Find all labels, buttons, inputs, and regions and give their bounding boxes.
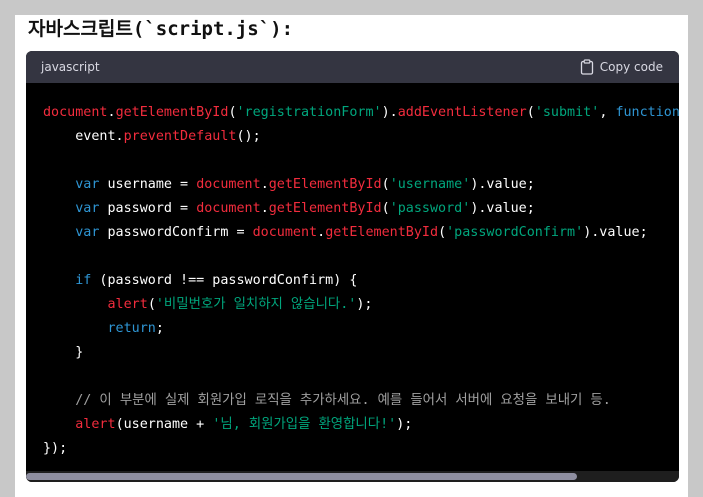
code-token: '님, 회원가입을 환영합니다!' (212, 417, 397, 432)
code-content: document.getElementById('registrationFor… (43, 101, 679, 461)
code-line: var password = document.getElementById('… (43, 197, 679, 221)
code-token: function (615, 105, 679, 120)
code-token: document (196, 201, 261, 216)
code-token: . (107, 105, 116, 120)
code-line: }); (43, 437, 679, 461)
code-token: getElementById (268, 201, 382, 216)
code-token: ( (526, 105, 535, 120)
code-token: ).value; (470, 201, 535, 216)
code-line: } (43, 341, 679, 365)
code-block: javascript Copy code document.getElement… (26, 51, 679, 482)
code-line: alert(username + '님, 회원가입을 환영합니다!'); (43, 413, 679, 437)
code-token: document (43, 105, 108, 120)
code-token: username = (99, 177, 197, 192)
code-token: ( (147, 297, 156, 312)
code-token: } (43, 345, 84, 360)
code-token: 'password' (389, 201, 471, 216)
code-token: (password !== passwordConfirm) { (91, 273, 358, 288)
code-token: addEventListener (397, 105, 527, 120)
code-token: ). (381, 105, 398, 120)
code-area[interactable]: document.getElementById('registrationFor… (26, 83, 679, 471)
code-token: var (75, 225, 100, 240)
code-token: ); (396, 417, 413, 432)
code-token: ( (438, 225, 447, 240)
horizontal-scrollbar[interactable] (26, 471, 679, 482)
code-token: ).value; (583, 225, 648, 240)
code-token: }); (43, 441, 68, 456)
code-token: document (196, 177, 261, 192)
code-token: (); (236, 129, 261, 144)
code-token: alert (107, 297, 148, 312)
code-token: . (317, 225, 326, 240)
code-token: alert (75, 417, 116, 432)
code-token: ; (155, 321, 164, 336)
code-line: var passwordConfirm = document.getElemen… (43, 221, 679, 245)
code-token: ( (228, 105, 237, 120)
code-token: ); (356, 297, 373, 312)
code-token: ).value; (470, 177, 535, 192)
chat-message: 자바스크립트(`script.js`): javascript Copy cod… (15, 15, 688, 497)
code-token: ( (381, 201, 390, 216)
section-heading: 자바스크립트(`script.js`): (28, 17, 293, 41)
code-token: ( (381, 177, 390, 192)
heading-korean: 자바스크립트 (28, 18, 133, 40)
code-line: if (password !== passwordConfirm) { (43, 269, 679, 293)
code-token: 'registrationForm' (236, 105, 382, 120)
code-token: getElementById (268, 177, 382, 192)
code-token: document (252, 225, 318, 240)
code-line: alert('비밀번호가 일치하지 않습니다.'); (43, 293, 679, 317)
code-token: event. (43, 129, 124, 144)
scrollbar-thumb[interactable] (26, 473, 577, 480)
code-token: 'passwordConfirm' (446, 225, 584, 240)
code-language-label: javascript (41, 60, 100, 74)
code-token: getElementById (115, 105, 229, 120)
code-token: passwordConfirm = (99, 225, 253, 240)
code-line: event.preventDefault(); (43, 125, 679, 149)
code-line: return; (43, 317, 679, 341)
code-token: preventDefault (123, 129, 237, 144)
code-line: // 이 부분에 실제 회원가입 로직을 추가하세요. 예를 들어서 서버에 요… (43, 389, 679, 413)
code-token: . (260, 201, 269, 216)
code-token: 'submit' (534, 105, 600, 120)
code-token: password = (99, 201, 197, 216)
code-token: return (107, 321, 156, 336)
code-token: . (260, 177, 269, 192)
code-token: '비밀번호가 일치하지 않습니다.' (155, 297, 357, 312)
code-token: , (599, 105, 616, 120)
code-token: // 이 부분에 실제 회원가입 로직을 추가하세요. 예를 들어서 서버에 요… (75, 393, 611, 408)
code-token: if (75, 273, 92, 288)
copy-code-label: Copy code (599, 60, 663, 74)
code-block-header: javascript Copy code (26, 51, 679, 83)
code-token: getElementById (325, 225, 439, 240)
heading-filename: (`script.js`): (132, 18, 294, 40)
code-token: var (75, 177, 100, 192)
clipboard-icon (580, 59, 593, 75)
code-token: 'username' (389, 177, 471, 192)
code-token: var (75, 201, 100, 216)
code-line: document.getElementById('registrationFor… (43, 101, 679, 125)
copy-code-button[interactable]: Copy code (580, 51, 663, 83)
code-token: (username + (115, 417, 213, 432)
code-line: var username = document.getElementById('… (43, 173, 679, 197)
